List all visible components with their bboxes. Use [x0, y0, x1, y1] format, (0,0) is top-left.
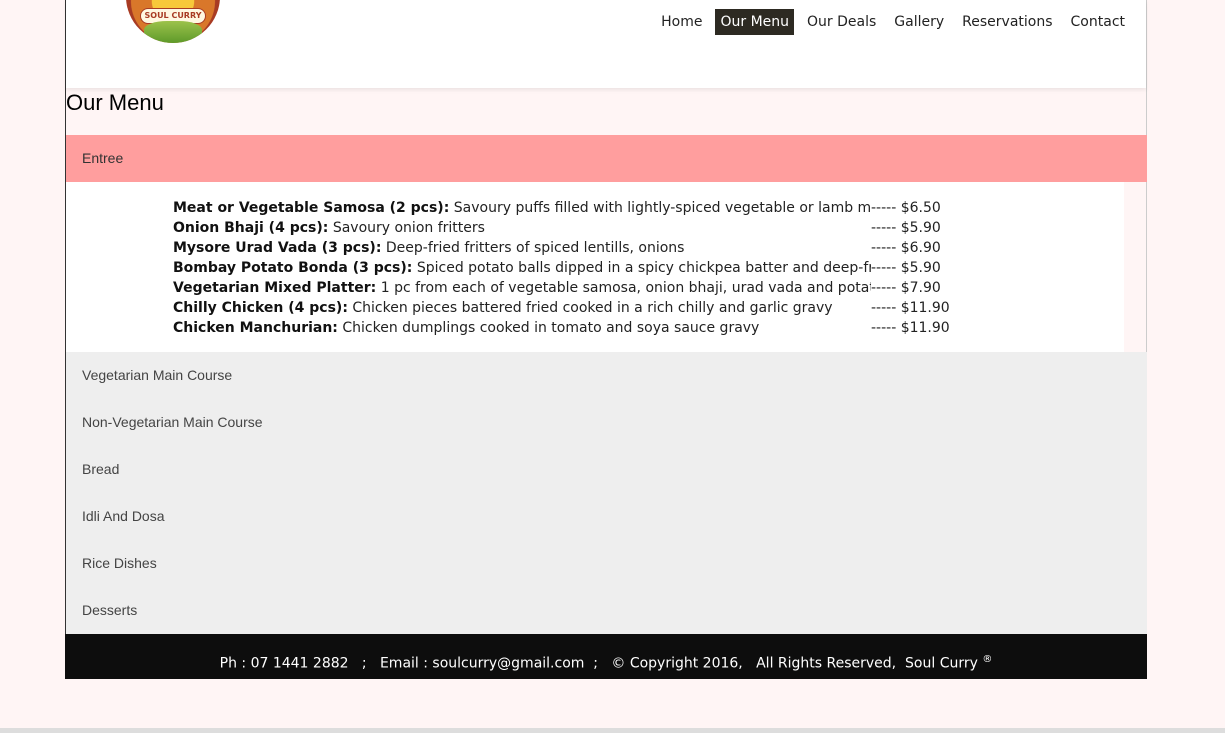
- item-name: Bombay Potato Bonda (3 pcs):: [173, 260, 413, 276]
- item-desc: Savoury puffs filled with lightly-spiced…: [453, 200, 871, 216]
- nav-gallery[interactable]: Gallery: [889, 9, 949, 35]
- entree-items: Meat or Vegetable Samosa (2 pcs): Savour…: [66, 182, 1124, 352]
- item-name: Chilly Chicken (4 pcs):: [173, 300, 348, 316]
- menu-item: Onion Bhaji (4 pcs): Savoury onion fritt…: [173, 218, 1124, 238]
- item-price: ----- $7.90: [871, 280, 941, 296]
- nav-home[interactable]: Home: [656, 9, 707, 35]
- item-desc: Spiced potato balls dipped in a spicy ch…: [416, 260, 871, 276]
- menu-item: Vegetarian Mixed Platter: 1 pc from each…: [173, 278, 1124, 298]
- item-name: Vegetarian Mixed Platter:: [173, 280, 377, 296]
- section-desserts[interactable]: Desserts: [66, 587, 1147, 634]
- item-price: ----- $5.90: [871, 260, 941, 276]
- item-desc: Chicken dumplings cooked in tomato and s…: [342, 320, 760, 336]
- item-desc: Savoury onion fritters: [332, 220, 485, 236]
- section-entree[interactable]: Entree: [66, 135, 1147, 182]
- footer-text: Ph : 07 1441 2882 ; Email : soulcurry@gm…: [219, 655, 978, 672]
- site-footer: Ph : 07 1441 2882 ; Email : soulcurry@gm…: [65, 634, 1147, 679]
- nav-reservations[interactable]: Reservations: [957, 9, 1057, 35]
- item-name: Onion Bhaji (4 pcs):: [173, 220, 329, 236]
- page-title: Our Menu: [66, 90, 164, 115]
- section-bread[interactable]: Bread: [66, 446, 1147, 493]
- logo-leaf-icon: [144, 21, 202, 43]
- item-price: ----- $6.50: [871, 200, 941, 216]
- item-name: Mysore Urad Vada (3 pcs):: [173, 240, 382, 256]
- nav-our-menu[interactable]: Our Menu: [715, 9, 795, 35]
- section-vegetarian-main-course[interactable]: Vegetarian Main Course: [66, 352, 1147, 399]
- item-price: ----- $11.90: [871, 320, 950, 336]
- menu-item: Bombay Potato Bonda (3 pcs): Spiced pota…: [173, 258, 1124, 278]
- item-name: Meat or Vegetable Samosa (2 pcs):: [173, 200, 450, 216]
- menu-item: Meat or Vegetable Samosa (2 pcs): Savour…: [173, 198, 1124, 218]
- menu-accordion: Entree Meat or Vegetable Samosa (2 pcs):…: [66, 135, 1147, 634]
- item-price: ----- $6.90: [871, 240, 941, 256]
- soul-curry-logo[interactable]: SOUL CURRY: [126, 0, 220, 43]
- menu-item: Mysore Urad Vada (3 pcs): Deep-fried fri…: [173, 238, 1124, 258]
- site-header: SOUL CURRY Home Our Menu Our Deals Galle…: [66, 0, 1146, 88]
- nav-contact[interactable]: Contact: [1066, 9, 1130, 35]
- item-price: ----- $11.90: [871, 300, 950, 316]
- section-idli-and-dosa[interactable]: Idli And Dosa: [66, 493, 1147, 540]
- item-desc: Deep-fried fritters of spiced lentills, …: [385, 240, 685, 256]
- menu-item: Chilly Chicken (4 pcs): Chicken pieces b…: [173, 298, 1124, 318]
- item-name: Chicken Manchurian:: [173, 320, 338, 336]
- section-non-vegetarian-main-course[interactable]: Non-Vegetarian Main Course: [66, 399, 1147, 446]
- item-desc: 1 pc from each of vegetable samosa, onio…: [380, 280, 871, 296]
- section-rice-dishes[interactable]: Rice Dishes: [66, 540, 1147, 587]
- menu-item: Chicken Manchurian: Chicken dumplings co…: [173, 318, 1124, 338]
- registered-mark: ®: [982, 654, 993, 665]
- page-container: SOUL CURRY Home Our Menu Our Deals Galle…: [65, 0, 1147, 679]
- main-nav: Home Our Menu Our Deals Gallery Reservat…: [652, 9, 1130, 35]
- item-desc: Chicken pieces battered fried cooked in …: [352, 300, 833, 316]
- nav-our-deals[interactable]: Our Deals: [802, 9, 881, 35]
- window-bottom-edge: [0, 728, 1225, 733]
- item-price: ----- $5.90: [871, 220, 941, 236]
